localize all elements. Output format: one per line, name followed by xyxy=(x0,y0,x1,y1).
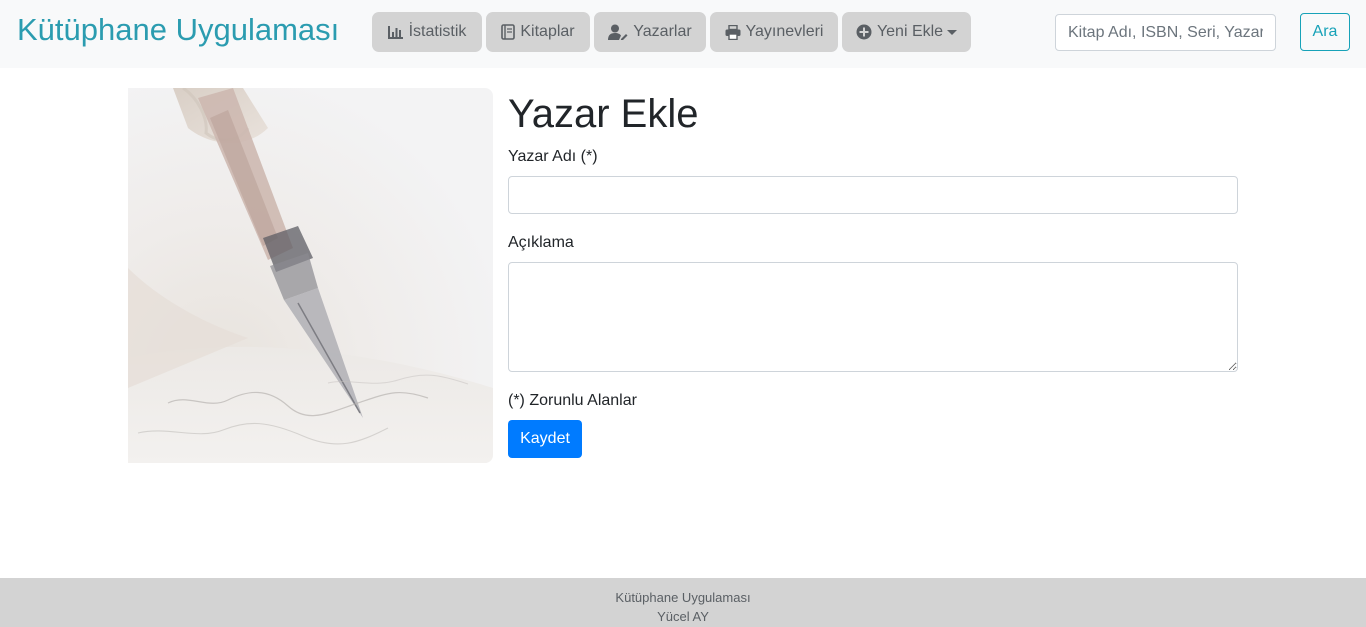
nav-item-books[interactable]: Kitaplar xyxy=(486,12,590,52)
chart-bar-icon xyxy=(387,26,403,39)
search-button[interactable]: Ara xyxy=(1300,13,1350,51)
nav-item-authors[interactable]: Yazarlar xyxy=(594,12,706,52)
author-name-field[interactable] xyxy=(508,176,1238,214)
nav-item-add-new-dropdown[interactable]: Yeni Ekle xyxy=(842,12,971,52)
nav-item-label: İstatistik xyxy=(408,23,467,40)
brand-link[interactable]: Kütüphane Uygulaması xyxy=(17,10,339,50)
nav-item-label: Yazarlar xyxy=(633,23,692,40)
fountain-pen-image xyxy=(128,88,493,463)
footer-author: Yücel AY xyxy=(657,609,709,624)
plus-circle-icon xyxy=(856,24,872,40)
author-name-label: Yazar Adı (*) xyxy=(508,148,598,165)
nav-item-label: Yayınevleri xyxy=(745,23,824,40)
save-button[interactable]: Kaydet xyxy=(508,420,582,458)
navbar: Kütüphane Uygulaması İstatistik Kitaplar… xyxy=(0,0,1366,68)
nav-item-label: Yeni Ekle xyxy=(876,23,944,40)
footer-app-name: Kütüphane Uygulaması xyxy=(615,590,751,605)
required-fields-note: (*) Zorunlu Alanlar xyxy=(508,392,637,409)
chevron-down-icon xyxy=(947,30,958,35)
book-icon xyxy=(501,24,516,40)
user-edit-icon xyxy=(608,24,628,40)
nav-item-label: Kitaplar xyxy=(520,23,575,40)
description-label: Açıklama xyxy=(508,234,574,251)
nav-item-statistics[interactable]: İstatistik xyxy=(372,12,482,52)
page-title: Yazar Ekle xyxy=(508,92,699,136)
description-field[interactable] xyxy=(508,262,1238,372)
printer-icon xyxy=(725,24,741,40)
nav-item-publishers[interactable]: Yayınevleri xyxy=(710,12,838,52)
search-input[interactable] xyxy=(1055,14,1276,51)
footer: Kütüphane Uygulaması Yücel AY xyxy=(0,578,1366,627)
